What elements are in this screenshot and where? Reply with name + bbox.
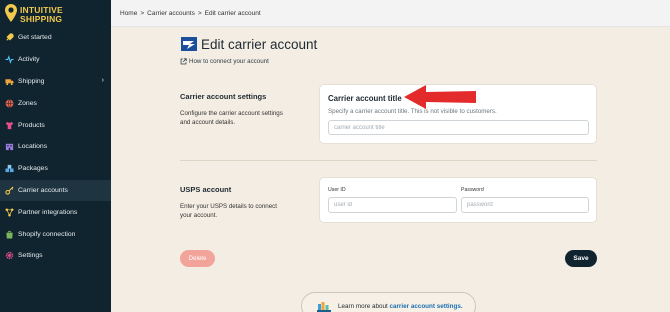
page-title: Edit carrier account [201,36,318,52]
building-icon [5,142,14,151]
sidebar-item-zones[interactable]: Zones [0,92,111,114]
delete-button[interactable]: Delete [180,250,215,267]
sidebar-nav: Get started Activity Shipping › Zones Pr… [0,27,111,267]
sidebar-item-shipping[interactable]: Shipping › [0,71,111,93]
gear-icon [5,251,14,260]
sidebar-item-partner-integrations[interactable]: Partner integrations [0,201,111,223]
sidebar-item-locations[interactable]: Locations [0,136,111,158]
sidebar-item-label: Get started [18,34,52,42]
help-link[interactable]: How to connect your account [180,58,269,65]
network-icon [5,208,14,217]
password-label: Password [461,187,484,193]
user-id-label: User ID [328,187,346,193]
brand-logo[interactable]: INTUITIVE SHIPPING [5,4,109,26]
breadcrumb-home[interactable]: Home [120,10,137,17]
sidebar-item-activity[interactable]: Activity [0,49,111,71]
sidebar-item-label: Zones [18,99,37,107]
sidebar: INTUITIVE SHIPPING Get started Activity … [0,0,111,312]
sidebar-item-label: Locations [18,143,48,151]
sidebar-item-products[interactable]: Products [0,114,111,136]
sidebar-item-label: Activity [18,56,40,64]
learn-more-prefix: Learn more about [338,303,390,310]
carrier-title-input[interactable] [328,120,589,135]
globe-icon [5,99,14,108]
settings-section-title: Carrier account settings [180,92,267,101]
location-pin-icon [5,4,17,22]
activity-icon [5,55,14,65]
sidebar-item-carrier-accounts[interactable]: Carrier accounts [0,179,111,202]
learn-more-banner: Learn more about carrier account setting… [301,292,476,312]
annotation-arrow-icon [404,85,476,109]
breadcrumb-separator: > [197,10,202,17]
shopify-bag-icon [5,230,14,239]
breadcrumb-current: Edit carrier account [204,10,261,17]
sidebar-item-label: Packages [18,165,48,173]
sidebar-item-label: Carrier accounts [18,186,68,194]
usps-eagle-logo-icon [181,37,197,51]
password-input[interactable] [461,197,589,213]
usps-section-title: USPS account [180,185,232,194]
learn-more-text: Learn more about carrier account setting… [338,303,463,310]
external-link-icon [180,58,187,65]
page-header: Edit carrier account [181,36,317,52]
user-id-input[interactable] [328,197,457,213]
sidebar-item-label: Partner integrations [18,208,78,216]
sidebar-item-shopify-connection[interactable]: Shopify connection [0,223,111,245]
chevron-right-icon: › [101,76,104,84]
sidebar-item-label: Shipping [18,77,45,85]
help-link-text[interactable]: How to connect your account [189,58,269,65]
sidebar-item-label: Shopify connection [18,230,76,238]
sidebar-item-packages[interactable]: Packages [0,158,111,180]
rocket-icon [5,33,14,42]
boxes-icon [5,164,14,173]
key-icon [5,186,14,195]
breadcrumb-carrier-accounts[interactable]: Carrier accounts [147,10,195,17]
learn-more-link[interactable]: carrier account settings. [389,303,462,310]
breadcrumb-separator: > [140,10,145,17]
sidebar-item-label: Settings [18,252,43,260]
save-button[interactable]: Save [565,250,597,267]
section-divider [180,160,597,161]
sidebar-item-get-started[interactable]: Get started [0,27,111,49]
brand-name-line2: SHIPPING [20,14,63,24]
top-bar: Home > Carrier accounts > Edit carrier accou… [111,0,670,27]
books-icon [317,302,331,312]
sidebar-item-label: Products [18,121,45,129]
carrier-title-heading: Carrier account title [328,94,402,103]
usps-section-description: Enter your USPS details to connect your … [180,203,277,219]
settings-section-description: Configure the carrier account settings a… [180,110,283,126]
sidebar-item-settings[interactable]: Settings [0,245,111,267]
usps-credentials-card: User ID Password [319,177,597,223]
shirt-icon [5,121,14,130]
carrier-title-help: Specify a carrier account title. This is… [328,108,497,115]
breadcrumb: Home > Carrier accounts > Edit carrier accou… [120,10,261,17]
truck-icon [5,77,14,86]
